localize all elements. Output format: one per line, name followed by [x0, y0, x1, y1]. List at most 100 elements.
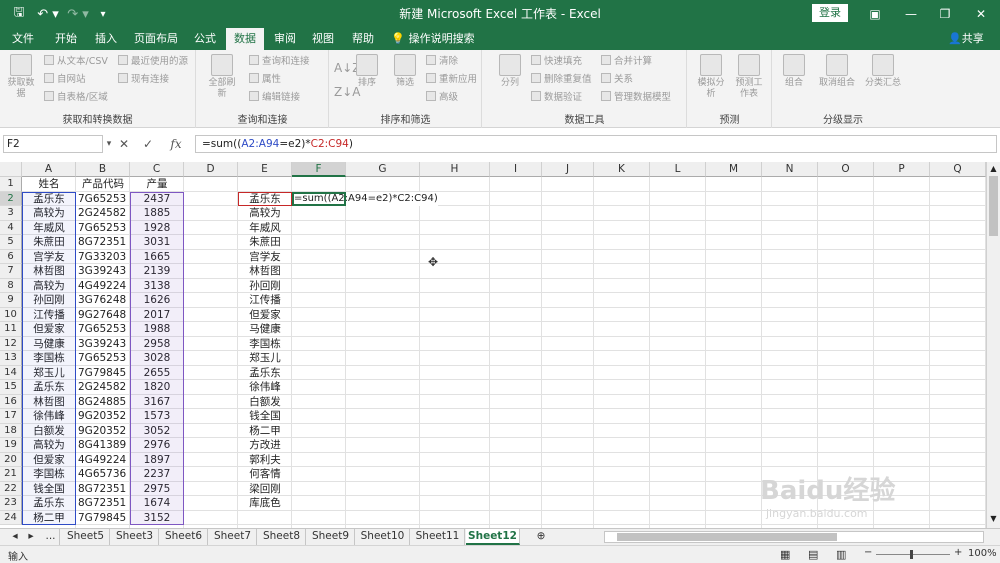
cell-lookup-name[interactable]: 江传播 [238, 293, 292, 308]
share-button[interactable]: 👤共享 [948, 28, 984, 50]
page-break-view-icon[interactable]: ▥ [836, 548, 846, 561]
cell-quantity[interactable]: 3152 [130, 511, 184, 526]
advanced-button[interactable]: 高级 [426, 90, 458, 106]
tab-file[interactable]: 文件 [4, 28, 42, 50]
select-all-corner[interactable] [0, 162, 22, 177]
cell-lookup-name[interactable]: 白额发 [238, 395, 292, 410]
cell-product-code[interactable]: 7G79845 [76, 366, 130, 381]
cell-quantity[interactable]: 1674 [130, 496, 184, 511]
login-button[interactable]: 登录 [812, 4, 848, 22]
row-header[interactable]: 14 [0, 365, 22, 380]
cell-product-code[interactable]: 3G39243 [76, 264, 130, 279]
sheet-tab[interactable]: Sheet11 [411, 529, 465, 545]
cell-name[interactable]: 高较为 [22, 279, 76, 294]
cell-product-code[interactable]: 2G24582 [76, 380, 130, 395]
filter-button[interactable]: 筛选 [388, 54, 422, 89]
cell-quantity[interactable]: 2237 [130, 467, 184, 482]
row-header[interactable]: 5 [0, 235, 22, 250]
cell-lookup-name[interactable]: 年威风 [238, 221, 292, 236]
cell-product-code[interactable]: 8G41389 [76, 438, 130, 453]
relationships-button[interactable]: 关系 [601, 72, 633, 88]
refresh-all-button[interactable]: 全部刷新 [205, 54, 239, 100]
get-data-button[interactable]: 获取数据 [4, 54, 38, 100]
tab-review[interactable]: 审阅 [266, 28, 304, 50]
minimize-icon[interactable]: — [896, 0, 926, 28]
cell-quantity[interactable]: 1885 [130, 206, 184, 221]
cell-product-code[interactable]: 4G49224 [76, 279, 130, 294]
cell-quantity[interactable]: 1988 [130, 322, 184, 337]
scroll-down-icon[interactable]: ▼ [988, 514, 999, 524]
cell-quantity[interactable]: 1897 [130, 453, 184, 468]
cell-quantity[interactable]: 2437 [130, 192, 184, 207]
sheet-tab[interactable]: Sheet6 [160, 529, 208, 545]
normal-view-icon[interactable]: ▦ [780, 548, 790, 561]
cell-name[interactable]: 李国栋 [22, 467, 76, 482]
cell-quantity[interactable]: 3167 [130, 395, 184, 410]
cell-quantity[interactable]: 3031 [130, 235, 184, 250]
cell-name[interactable]: 李国栋 [22, 351, 76, 366]
row-header[interactable]: 19 [0, 438, 22, 453]
cell-name[interactable]: 马健康 [22, 337, 76, 352]
cell-lookup-name[interactable]: 但爱家 [238, 308, 292, 323]
from-table-button[interactable]: 自表格/区域 [44, 90, 108, 106]
ungroup-button[interactable]: 取消组合 [815, 54, 859, 89]
cell-name[interactable]: 朱蔗田 [22, 235, 76, 250]
queries-connections-button[interactable]: 查询和连接 [249, 54, 310, 70]
cell-name[interactable]: 林哲图 [22, 264, 76, 279]
cell-product-code[interactable]: 2G24582 [76, 206, 130, 221]
cell-product-code[interactable]: 7G65253 [76, 221, 130, 236]
cell-product-code[interactable]: 7G65253 [76, 192, 130, 207]
column-header[interactable]: E [238, 162, 292, 177]
column-header[interactable]: K [594, 162, 650, 177]
sheet-tab[interactable]: Sheet3 [111, 529, 159, 545]
row-header[interactable]: 22 [0, 481, 22, 496]
vertical-scrollbar[interactable]: ▲ ▼ [986, 162, 1000, 528]
worksheet-grid[interactable]: A B C D E F G H I J K L M N O P Q 1 姓名 产品代码 产量 2 孟乐东 7G65253 243… [0, 162, 986, 528]
edit-links-button[interactable]: 编辑链接 [249, 90, 300, 106]
sheet-tab[interactable]: Sheet5 [62, 529, 110, 545]
cell-lookup-name[interactable]: 朱蔗田 [238, 235, 292, 250]
properties-button[interactable]: 属性 [249, 72, 281, 88]
sheet-tab[interactable]: Sheet8 [258, 529, 306, 545]
row-header[interactable]: 9 [0, 293, 22, 308]
row-header[interactable]: 3 [0, 206, 22, 221]
row-header[interactable]: 8 [0, 278, 22, 293]
cell-product-code[interactable]: 7G65253 [76, 322, 130, 337]
cell-quantity[interactable]: 2958 [130, 337, 184, 352]
cell-lookup-name[interactable]: 林哲图 [238, 264, 292, 279]
column-header[interactable]: P [874, 162, 930, 177]
row-header[interactable]: 11 [0, 322, 22, 337]
cell-quantity[interactable]: 2139 [130, 264, 184, 279]
group-button[interactable]: 组合 [777, 54, 811, 89]
cell-lookup-name[interactable]: 徐伟峰 [238, 380, 292, 395]
restore-icon[interactable]: ❐ [930, 0, 960, 28]
cell-lookup-name[interactable]: 孟乐东 [238, 366, 292, 381]
zoom-slider[interactable] [876, 550, 950, 559]
cell-lookup-name[interactable]: 钱全国 [238, 409, 292, 424]
cell-name[interactable]: 宫学友 [22, 250, 76, 265]
sheet-tab[interactable]: Sheet9 [307, 529, 355, 545]
row-header[interactable]: 20 [0, 452, 22, 467]
column-header[interactable]: I [490, 162, 542, 177]
prev-sheet-icon[interactable]: ◂ [8, 529, 22, 545]
cell-product-code[interactable]: 3G39243 [76, 337, 130, 352]
row-header[interactable]: 21 [0, 467, 22, 482]
cell-name[interactable]: 孟乐东 [22, 496, 76, 511]
from-web-button[interactable]: 自网站 [44, 72, 86, 88]
cell-name[interactable]: 钱全国 [22, 482, 76, 497]
cell-lookup-name[interactable] [238, 511, 292, 526]
cell-lookup-name[interactable]: 杨二甲 [238, 424, 292, 439]
name-box[interactable]: F2 [3, 135, 103, 153]
tab-page-layout[interactable]: 页面布局 [128, 28, 184, 50]
cell-lookup-name[interactable]: 何客情 [238, 467, 292, 482]
column-header[interactable]: H [420, 162, 490, 177]
tell-me-search[interactable]: 💡 操作说明搜索 [390, 28, 476, 50]
name-box-dropdown-icon[interactable]: ▾ [104, 135, 114, 153]
data-model-button[interactable]: 管理数据模型 [601, 90, 671, 106]
cell-product-code[interactable]: 9G20352 [76, 424, 130, 439]
zoom-level[interactable]: 100% [968, 548, 997, 559]
vertical-scroll-thumb[interactable] [989, 176, 998, 236]
cell-quantity[interactable]: 2976 [130, 438, 184, 453]
cell-name[interactable]: 徐伟峰 [22, 409, 76, 424]
cell-product-code[interactable]: 4G49224 [76, 453, 130, 468]
